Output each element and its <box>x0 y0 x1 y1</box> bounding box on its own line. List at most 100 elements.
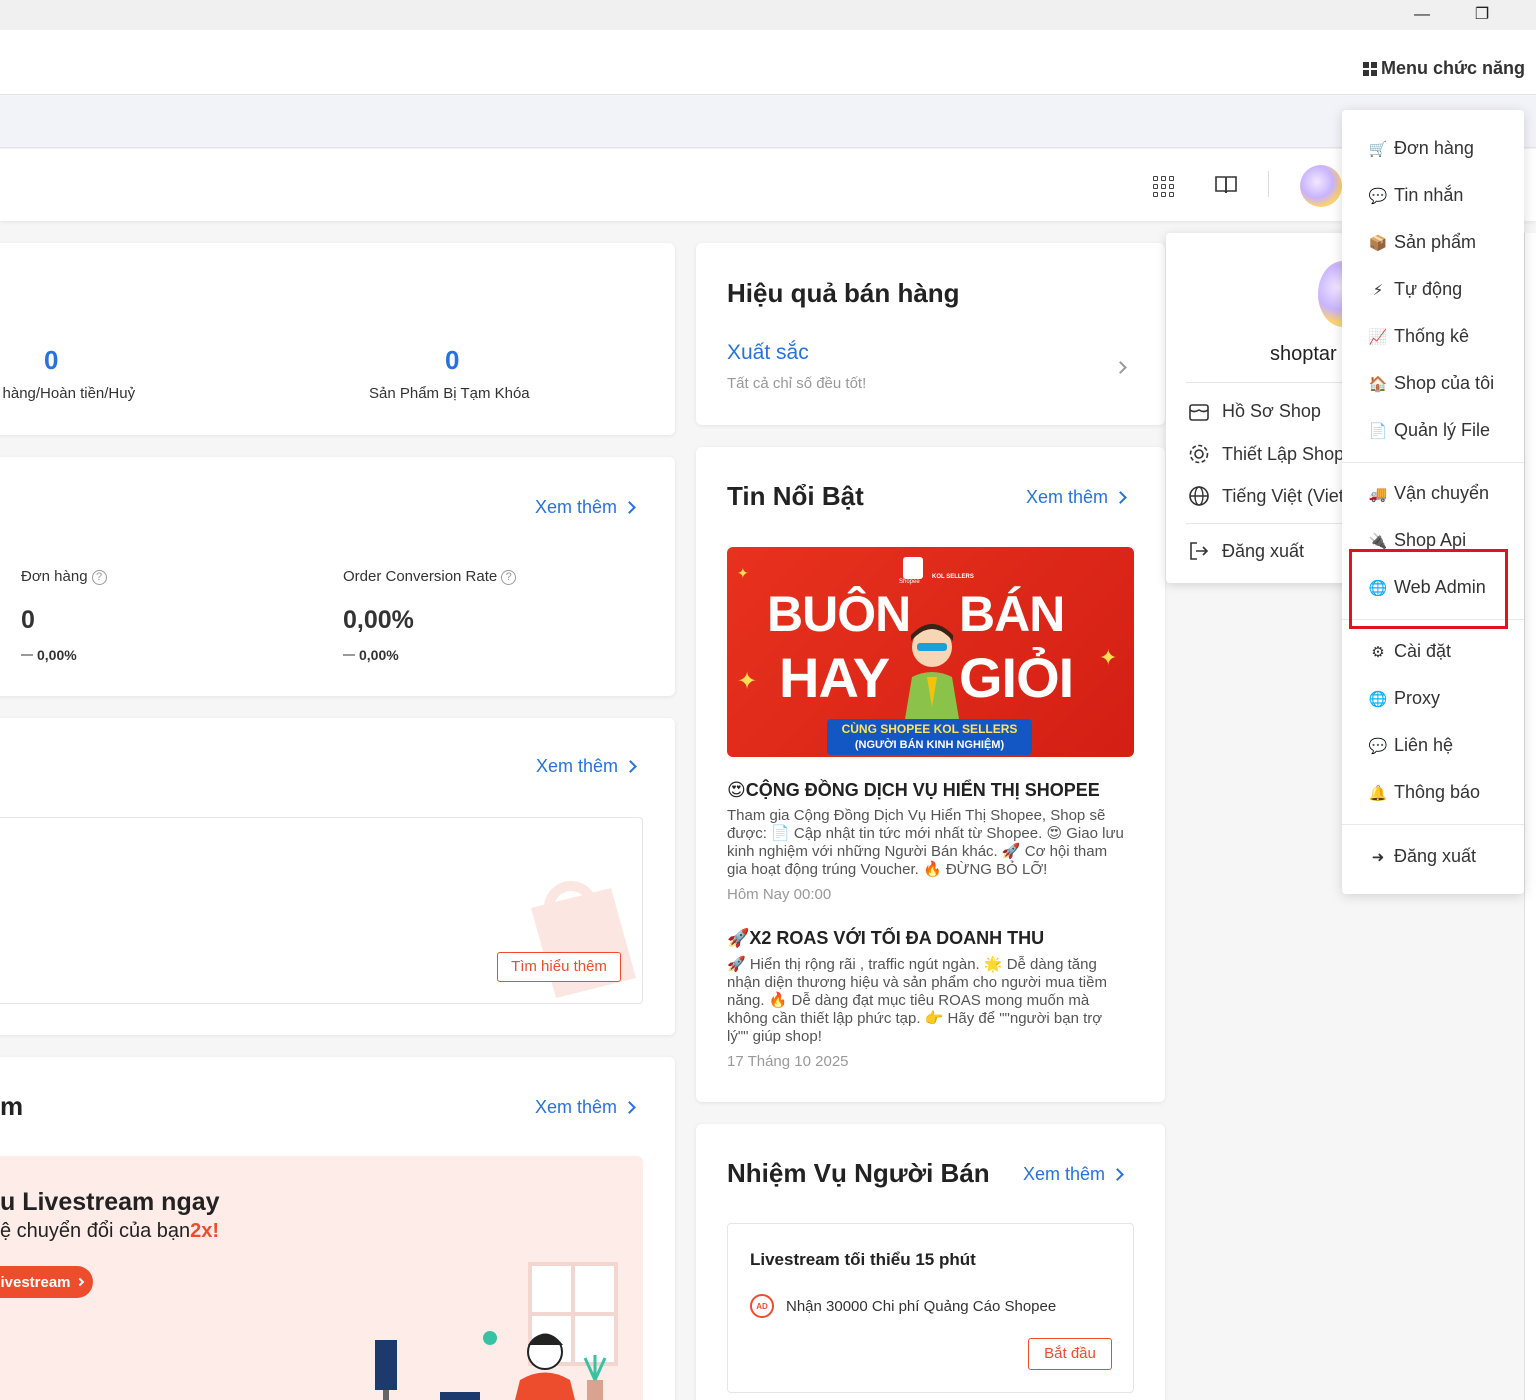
performance-rating[interactable]: Xuất sắc <box>727 341 809 365</box>
user-dropdown: shoptar Hồ Sơ Shop Thiết Lập Shop Tiếng … <box>1166 233 1366 583</box>
see-more-link[interactable]: Xem thêm <box>535 497 636 518</box>
card-title: Nhiệm Vụ Người Bán <box>727 1158 990 1188</box>
performance-subtitle: Tất cả chỉ số đều tốt! <box>727 375 867 392</box>
promo-highlight: 2x! <box>190 1220 220 1242</box>
menu-item-label: Proxy <box>1394 688 1441 708</box>
see-more-link[interactable]: Xem thêm <box>536 756 637 777</box>
stat-value: 0 <box>445 345 460 375</box>
news-item-body: 🚀 Hiển thị rộng rãi , traffic ngút ngàn.… <box>727 956 1107 1045</box>
gear-icon: ⚙ <box>1371 643 1385 661</box>
menu-item-file-manager[interactable]: 📄 Quản lý File <box>1368 420 1490 441</box>
news-item-title[interactable]: 😍CỘNG ĐỒNG DỊCH VỤ HIỂN THỊ SHOPEE <box>727 780 1100 801</box>
banner-headline: HAY <box>779 646 890 709</box>
help-icon[interactable]: ? <box>91 569 107 585</box>
bell-icon: 🔔 <box>1368 784 1388 802</box>
menu-function-button[interactable]: Menu chức năng <box>1362 58 1525 79</box>
menu-item-my-shop[interactable]: 🏠 Shop của tôi <box>1368 373 1494 394</box>
start-task-button[interactable]: Bắt đầu <box>1028 1338 1112 1370</box>
menu-item-shop-api[interactable]: 🔌 Shop Api <box>1368 530 1466 551</box>
user-menu-label: Thiết Lập Shop <box>1222 443 1345 464</box>
menu-item-label: Tự động <box>1394 279 1463 299</box>
livestream-cta-button[interactable]: ivestream <box>0 1266 93 1298</box>
menu-item-label: Đăng xuất <box>1394 846 1477 866</box>
menu-item-proxy[interactable]: 🌐 Proxy <box>1368 688 1440 709</box>
divider <box>1342 462 1524 463</box>
see-more-label: Xem thêm <box>1023 1164 1106 1184</box>
menu-item-label: Thông báo <box>1394 782 1481 802</box>
chevron-right-icon <box>75 1277 84 1287</box>
analytics-card: Xem thêm Đơn hàng? 0 0,00% Order Convers… <box>0 457 675 696</box>
menu-item-settings[interactable]: ⚙ Cài đặt <box>1368 641 1451 662</box>
menu-item-notifications[interactable]: 🔔 Thông báo <box>1368 782 1480 803</box>
menu-function-label: Menu chức năng <box>1380 58 1525 78</box>
ads-card: Xem thêm Tìm hiểu thêm <box>0 718 675 1035</box>
menu-item-statistics[interactable]: 📈 Thống kê <box>1368 326 1469 347</box>
restore-icon[interactable]: ❐ <box>1467 4 1497 26</box>
sparkle-icon: ✦ <box>737 565 749 581</box>
stat-label[interactable]: Sản Phẩm Bị Tạm Khóa <box>369 385 530 402</box>
see-more-link[interactable]: Xem thêm <box>1026 487 1127 508</box>
minimize-icon[interactable]: — <box>1407 4 1437 26</box>
metric-label: Order Conversion Rate? <box>343 568 517 585</box>
metric-label: Đơn hàng? <box>21 568 107 585</box>
metric-label-text: Đơn hàng <box>21 568 88 585</box>
sparkle-icon: ✦ <box>737 668 758 695</box>
user-menu-item[interactable]: Thiết Lập Shop <box>1188 443 1344 465</box>
avatar[interactable] <box>1300 165 1342 207</box>
chevron-right-icon <box>623 1101 636 1114</box>
livestream-card: m Xem thêm u Livestream ngay ệ chuyển đổ… <box>0 1057 675 1400</box>
settings-gear-icon <box>1189 444 1209 464</box>
right-panel-edge <box>1524 233 1536 1400</box>
dash-icon <box>21 654 33 656</box>
news-banner-image[interactable]: Shopee KOL SELLERS BUÔN BÁN HAY GIỎI ✦ ✦… <box>727 547 1134 757</box>
menu-item-automation[interactable]: ⚡ Tự động <box>1368 279 1462 300</box>
menu-item-messages[interactable]: 💬 Tin nhắn <box>1368 185 1464 206</box>
shopee-logo-icon <box>903 557 923 579</box>
banner-caption: (NGƯỜI BÁN KINH NGHIỆM) <box>854 739 1005 751</box>
book-icon[interactable] <box>1214 172 1238 196</box>
news-item-title[interactable]: 🚀X2 ROAS VỚI TỐI ĐA DOANH THU <box>727 928 1044 949</box>
boxes-icon: 📦 <box>1368 234 1388 252</box>
metric-change-text: 0,00% <box>359 647 399 663</box>
learn-more-button[interactable]: Tìm hiểu thêm <box>497 952 621 982</box>
menu-item-shipping[interactable]: 🚚 Vận chuyển <box>1368 483 1489 504</box>
apps-grid-icon[interactable] <box>1153 176 1174 197</box>
promo-subline: ệ chuyển đổi của bạn2x! <box>0 1220 219 1243</box>
livestream-promo-banner: u Livestream ngay ệ chuyển đổi của bạn2x… <box>0 1156 643 1400</box>
user-menu-item[interactable]: Hồ Sơ Shop <box>1188 401 1321 422</box>
shop-name: shoptar <box>1270 343 1337 365</box>
stat-label[interactable]: ả hàng/Hoàn tiền/Huỷ <box>0 385 135 402</box>
promo-headline: u Livestream ngay <box>0 1188 220 1216</box>
user-menu-item[interactable]: Đăng xuất <box>1188 540 1304 562</box>
chevron-right-icon[interactable] <box>1114 361 1127 374</box>
chat-icon: 💬 <box>1368 187 1388 205</box>
performance-card: Hiệu quả bán hàng Xuất sắc Tất cả chỉ số… <box>696 243 1165 425</box>
see-more-link[interactable]: Xem thêm <box>1023 1164 1124 1185</box>
speech-bubble-icon: 💬 <box>1368 737 1388 755</box>
menu-item-logout[interactable]: ➜ Đăng xuất <box>1368 846 1476 867</box>
see-more-link[interactable]: Xem thêm <box>535 1097 636 1118</box>
banner-caption: CÙNG SHOPEE KOL SELLERS <box>841 722 1018 736</box>
menu-item-contact[interactable]: 💬 Liên hệ <box>1368 735 1453 756</box>
function-menu: 🛒 Đơn hàng 💬 Tin nhắn 📦 Sản phẩm ⚡ Tự động 📈… <box>1342 110 1524 894</box>
menu-item-products[interactable]: 📦 Sản phẩm <box>1368 232 1476 253</box>
metric-label-text: Order Conversion Rate <box>343 568 498 585</box>
news-item-time: Hôm Nay 00:00 <box>727 886 832 903</box>
see-more-label: Xem thêm <box>535 497 618 517</box>
user-menu-item[interactable]: Tiếng Việt (Viet <box>1188 485 1344 507</box>
file-icon: 📄 <box>1368 422 1388 440</box>
divider <box>1186 523 1366 524</box>
globe-icon: 🌐 <box>1368 690 1388 708</box>
menu-item-label: Đơn hàng <box>1394 138 1474 158</box>
chevron-right-icon <box>1114 491 1127 504</box>
help-icon[interactable]: ? <box>501 569 517 585</box>
web-admin-highlight <box>1349 549 1508 629</box>
stats-card: 0 ả hàng/Hoàn tiền/Huỷ 0 Sản Phẩm Bị Tạm… <box>0 243 675 435</box>
menu-item-orders[interactable]: 🛒 Đơn hàng <box>1368 138 1474 159</box>
header-separator <box>1268 171 1269 197</box>
divider <box>1186 382 1366 383</box>
menu-item-label: Quản lý File <box>1394 420 1491 440</box>
window-titlebar: — ❐ <box>0 0 1536 30</box>
menu-item-label: Cài đặt <box>1394 641 1452 661</box>
see-more-label: Xem thêm <box>536 756 619 776</box>
